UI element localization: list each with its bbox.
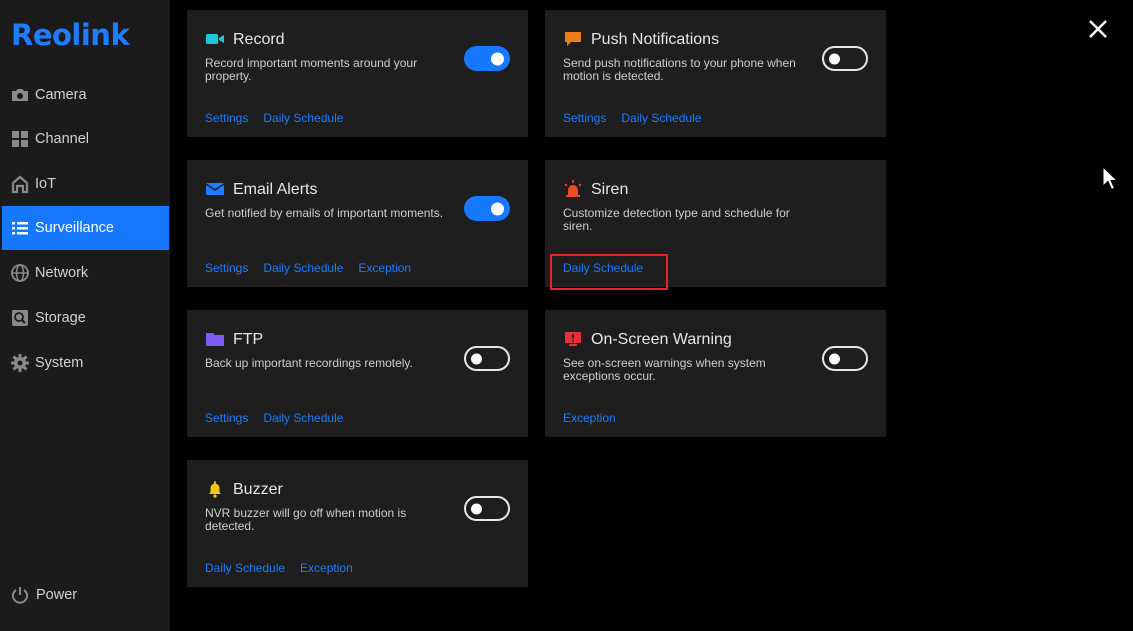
- ftp-settings-link[interactable]: Settings: [205, 411, 248, 425]
- card-links: Settings Daily Schedule: [205, 111, 343, 125]
- push-notifications-toggle[interactable]: [822, 46, 868, 71]
- power-icon: [10, 585, 30, 605]
- buzzer-exception-link[interactable]: Exception: [300, 561, 353, 575]
- card-description: Record important moments around your pro…: [205, 56, 418, 83]
- folder-icon: [205, 330, 225, 348]
- toggle-knob: [491, 52, 504, 65]
- ftp-card: FTP Back up important recordings remotel…: [187, 310, 528, 437]
- card-links: Daily Schedule Exception: [205, 561, 353, 575]
- record-settings-link[interactable]: Settings: [205, 111, 248, 125]
- home-icon: [10, 174, 30, 194]
- sidebar-item-channel[interactable]: Channel: [2, 117, 169, 161]
- toggle-knob: [491, 202, 504, 215]
- sidebar-item-label: Camera: [35, 87, 87, 103]
- toggle-knob: [829, 353, 840, 364]
- card-description: Send push notifications to your phone wh…: [563, 56, 796, 83]
- record-card: Record Record important moments around y…: [187, 10, 528, 137]
- card-title: Buzzer: [233, 481, 283, 498]
- channel-grid-icon: [10, 129, 30, 149]
- gear-icon: [10, 353, 30, 373]
- video-camera-icon: [205, 30, 225, 48]
- email-exception-link[interactable]: Exception: [358, 261, 411, 275]
- sidebar-item-surveillance[interactable]: Surveillance: [2, 206, 169, 250]
- record-daily-schedule-link[interactable]: Daily Schedule: [263, 111, 343, 125]
- bell-icon: [205, 480, 225, 498]
- sidebar-item-storage[interactable]: Storage: [2, 296, 169, 340]
- push-notifications-card: Push Notifications Send push notificatio…: [545, 10, 886, 137]
- sidebar-item-label: Channel: [35, 131, 90, 147]
- siren-card: Siren Customize detection type and sched…: [545, 160, 886, 287]
- card-title: FTP: [233, 331, 264, 348]
- card-title: On-Screen Warning: [591, 331, 732, 348]
- ftp-daily-schedule-link[interactable]: Daily Schedule: [263, 411, 343, 425]
- email-daily-schedule-link[interactable]: Daily Schedule: [263, 261, 343, 275]
- toggle-knob: [471, 503, 482, 514]
- sidebar-item-label: Surveillance: [35, 220, 114, 236]
- card-description: Customize detection type and schedule fo…: [563, 206, 790, 233]
- sidebar-item-camera[interactable]: Camera: [2, 73, 169, 117]
- sidebar: Reolink Camera Channel IoT Surveillance …: [0, 0, 170, 631]
- card-title: Email Alerts: [233, 181, 318, 198]
- card-description: Get notified by emails of important mome…: [205, 206, 444, 220]
- sidebar-item-label: System: [35, 355, 84, 371]
- on-screen-warning-card: On-Screen Warning See on-screen warnings…: [545, 310, 886, 437]
- push-settings-link[interactable]: Settings: [563, 111, 606, 125]
- buzzer-daily-schedule-link[interactable]: Daily Schedule: [205, 561, 285, 575]
- email-alerts-card: Email Alerts Get notified by emails of i…: [187, 160, 528, 287]
- card-links: Settings Daily Schedule: [205, 411, 343, 425]
- sidebar-item-label: Storage: [35, 310, 86, 326]
- email-alerts-toggle[interactable]: [464, 196, 510, 221]
- list-icon: [10, 218, 30, 238]
- camera-icon: [10, 85, 30, 105]
- card-description: NVR buzzer will go off when motion is de…: [205, 506, 407, 533]
- card-description: See on-screen warnings when system excep…: [563, 356, 766, 383]
- sidebar-item-label: IoT: [35, 176, 56, 192]
- power-button[interactable]: Power: [10, 585, 77, 605]
- on-screen-exception-link[interactable]: Exception: [563, 411, 616, 425]
- card-title: Siren: [591, 181, 629, 198]
- monitor-warning-icon: [563, 330, 583, 348]
- sidebar-item-network[interactable]: Network: [2, 251, 169, 295]
- card-links: Settings Daily Schedule: [563, 111, 701, 125]
- sidebar-item-system[interactable]: System: [2, 341, 169, 385]
- reolink-logo: Reolink: [11, 18, 130, 52]
- mouse-cursor-icon: [1102, 165, 1120, 192]
- buzzer-toggle[interactable]: [464, 496, 510, 521]
- globe-icon: [10, 263, 30, 283]
- card-links: Daily Schedule: [563, 261, 643, 275]
- power-label: Power: [36, 587, 78, 603]
- on-screen-warning-toggle[interactable]: [822, 346, 868, 371]
- toggle-knob: [471, 353, 482, 364]
- close-button[interactable]: [1087, 18, 1109, 40]
- sidebar-item-label: Network: [35, 265, 89, 281]
- message-icon: [563, 30, 583, 48]
- toggle-knob: [829, 53, 840, 64]
- email-settings-link[interactable]: Settings: [205, 261, 248, 275]
- card-description: Back up important recordings remotely.: [205, 356, 413, 370]
- card-links: Exception: [563, 411, 616, 425]
- push-daily-schedule-link[interactable]: Daily Schedule: [621, 111, 701, 125]
- buzzer-card: Buzzer NVR buzzer will go off when motio…: [187, 460, 528, 587]
- card-title: Push Notifications: [591, 31, 720, 48]
- storage-icon: [10, 308, 30, 328]
- record-toggle[interactable]: [464, 46, 510, 71]
- siren-icon: [563, 180, 583, 198]
- card-links: Settings Daily Schedule Exception: [205, 261, 411, 275]
- close-icon: [1089, 20, 1107, 38]
- ftp-toggle[interactable]: [464, 346, 510, 371]
- siren-daily-schedule-link[interactable]: Daily Schedule: [563, 261, 643, 275]
- sidebar-item-iot[interactable]: IoT: [2, 162, 169, 206]
- envelope-icon: [205, 180, 225, 198]
- card-title: Record: [233, 31, 285, 48]
